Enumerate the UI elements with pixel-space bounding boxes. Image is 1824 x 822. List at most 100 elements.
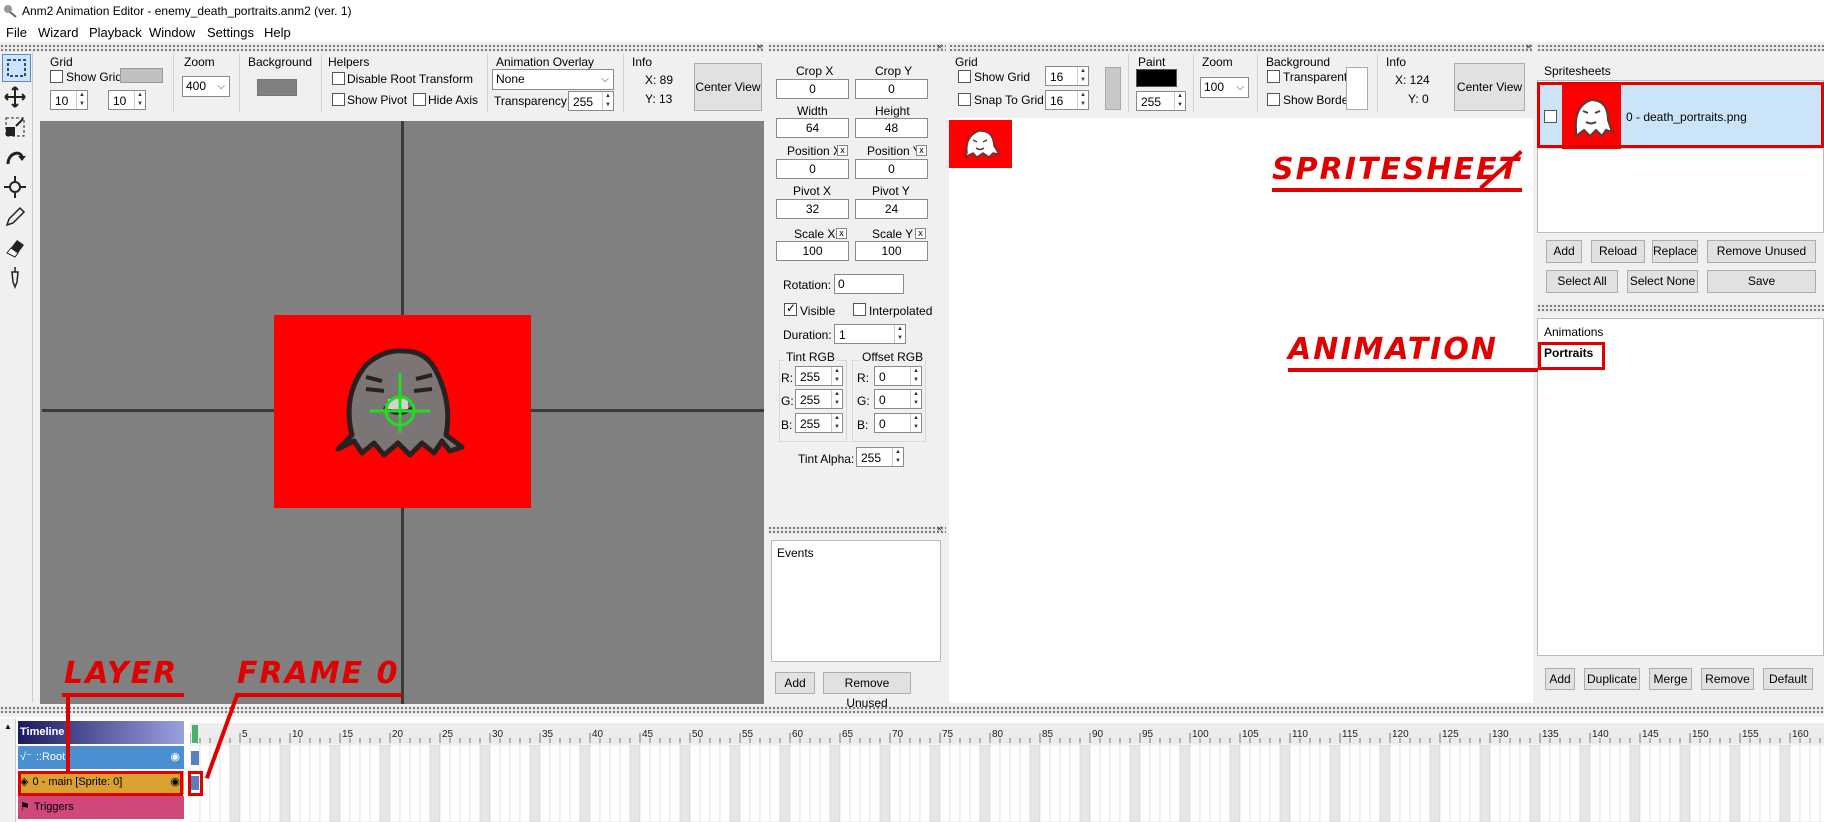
frame-cell[interactable] <box>1799 744 1811 822</box>
frame-cell[interactable] <box>1389 744 1401 822</box>
frame-cell[interactable] <box>729 744 741 822</box>
frame-cell[interactable] <box>1779 744 1791 822</box>
ss-zoom-select[interactable]: 100 ⌵ <box>1200 77 1249 98</box>
frame-cell[interactable] <box>1459 744 1471 822</box>
frame-cell[interactable] <box>649 744 661 822</box>
frame-cell[interactable] <box>1609 744 1621 822</box>
tint-r-spinner[interactable]: 255 ▲ ▼ <box>795 366 843 386</box>
spin-arrows-icon[interactable]: ▲ ▼ <box>134 91 145 109</box>
frame-cell[interactable] <box>1079 744 1091 822</box>
ss-editor-dock-grip[interactable] <box>949 44 1533 52</box>
events-add-button[interactable]: Add <box>775 672 815 694</box>
frame-cell[interactable] <box>1319 744 1331 822</box>
frame-cell[interactable] <box>899 744 911 822</box>
frame-cell[interactable] <box>629 744 641 822</box>
frame-cell[interactable] <box>1589 744 1601 822</box>
rotate-tool-button[interactable] <box>2 144 31 172</box>
timeline-row-triggers[interactable]: ⚑ Triggers <box>18 796 184 819</box>
frame-cell[interactable] <box>779 744 791 822</box>
frame-cell[interactable] <box>599 744 611 822</box>
frame-cell[interactable] <box>1379 744 1391 822</box>
hide-axis-checkbox[interactable] <box>413 93 426 106</box>
frame-cell[interactable] <box>1579 744 1591 822</box>
frame-cell[interactable] <box>979 744 991 822</box>
frame-cell[interactable] <box>399 744 411 822</box>
frame-cell[interactable] <box>319 744 331 822</box>
frame-cell[interactable] <box>639 744 651 822</box>
frame-cell[interactable] <box>1679 744 1691 822</box>
paint-alpha-spinner[interactable]: 255 ▲ ▼ <box>1136 91 1186 111</box>
flip-scale-y-icon[interactable]: x <box>915 228 926 239</box>
ss-grid-width-spinner[interactable]: 16 ▲ ▼ <box>1045 66 1089 86</box>
frame-cell[interactable] <box>879 744 891 822</box>
frame-cell[interactable] <box>1119 744 1131 822</box>
spin-arrows-icon[interactable]: ▲ ▼ <box>910 414 921 432</box>
pivot-x-field[interactable]: 32 <box>776 199 849 219</box>
frame-cell[interactable] <box>409 744 421 822</box>
spin-arrows-icon[interactable]: ▲ ▼ <box>1077 91 1088 109</box>
frame-cell[interactable] <box>1759 744 1771 822</box>
frame-cell[interactable] <box>1769 744 1781 822</box>
spin-arrows-icon[interactable]: ▲ ▼ <box>1174 92 1185 110</box>
ss-grid-color-swatch[interactable] <box>1105 67 1121 110</box>
tint-g-spinner[interactable]: 255 ▲ ▼ <box>795 389 843 409</box>
frame-cell[interactable] <box>969 744 981 822</box>
scale-x-field[interactable]: 100 <box>776 241 849 261</box>
frame-cell[interactable] <box>1289 744 1301 822</box>
select-none-button[interactable]: Select None <box>1627 270 1698 293</box>
grid-width-spinner[interactable]: 10 ▲ ▼ <box>50 90 88 110</box>
visible-checkbox[interactable] <box>784 301 797 316</box>
frame-cell[interactable] <box>519 744 531 822</box>
crop-y-field[interactable]: 0 <box>855 79 928 99</box>
close-icon[interactable]: × <box>1524 43 1533 53</box>
spin-arrows-icon[interactable]: ▲ ▼ <box>910 390 921 408</box>
frame-cell[interactable] <box>1049 744 1061 822</box>
scale-y-field[interactable]: 100 <box>855 241 928 261</box>
frame-cell[interactable] <box>1599 744 1611 822</box>
frame-cell[interactable] <box>989 744 1001 822</box>
frame-cell[interactable] <box>1089 744 1101 822</box>
frame-cell[interactable] <box>1129 744 1141 822</box>
animation-duplicate-button[interactable]: Duplicate <box>1584 668 1640 690</box>
show-grid-checkbox[interactable] <box>50 70 63 83</box>
show-pivot-checkbox[interactable] <box>332 93 345 106</box>
frame-cell[interactable] <box>279 744 291 822</box>
ss-grid-height-spinner[interactable]: 16 ▲ ▼ <box>1045 90 1089 110</box>
frame-cell[interactable] <box>1659 744 1671 822</box>
close-icon[interactable]: × <box>755 43 764 53</box>
frame-cell[interactable] <box>1509 744 1521 822</box>
spin-arrows-icon[interactable]: ▲ ▼ <box>1077 67 1088 85</box>
frame-cell[interactable] <box>1309 744 1321 822</box>
color-picker-tool-button[interactable] <box>2 264 31 292</box>
frame-cell[interactable] <box>1109 744 1121 822</box>
frame-cell[interactable] <box>1479 744 1491 822</box>
frame-cell[interactable] <box>1189 744 1201 822</box>
frame-cell[interactable] <box>339 744 351 822</box>
frame-cell[interactable] <box>929 744 941 822</box>
frame-cell[interactable] <box>1569 744 1581 822</box>
frame-cell[interactable] <box>289 744 301 822</box>
select-all-button[interactable]: Select All <box>1546 270 1618 293</box>
frame-cell[interactable] <box>1469 744 1481 822</box>
offset-b-spinner[interactable]: 0 ▲ ▼ <box>874 413 922 433</box>
frame-cell[interactable] <box>909 744 921 822</box>
frame-cell[interactable] <box>719 744 731 822</box>
erase-tool-button[interactable] <box>2 234 31 262</box>
frame-cell[interactable] <box>529 744 541 822</box>
menu-help[interactable]: Help <box>264 25 291 40</box>
frame-cell[interactable] <box>609 744 621 822</box>
frame-cell[interactable] <box>669 744 681 822</box>
playhead[interactable] <box>192 725 198 743</box>
animation-overlay-select[interactable]: None ⌵ <box>492 69 614 90</box>
spin-arrows-icon[interactable]: ▲ ▼ <box>76 91 87 109</box>
frame-cell[interactable] <box>1299 744 1311 822</box>
frame-cell[interactable] <box>1139 744 1151 822</box>
frame-cell[interactable] <box>1429 744 1441 822</box>
paint-color-swatch[interactable] <box>1136 69 1177 87</box>
eye-icon[interactable]: ◉ <box>170 746 180 768</box>
frame-cell[interactable] <box>1059 744 1071 822</box>
frame-cell[interactable] <box>369 744 381 822</box>
frame-cell[interactable] <box>769 744 781 822</box>
frame-cell[interactable] <box>299 744 311 822</box>
snap-to-grid-checkbox[interactable] <box>958 93 971 106</box>
